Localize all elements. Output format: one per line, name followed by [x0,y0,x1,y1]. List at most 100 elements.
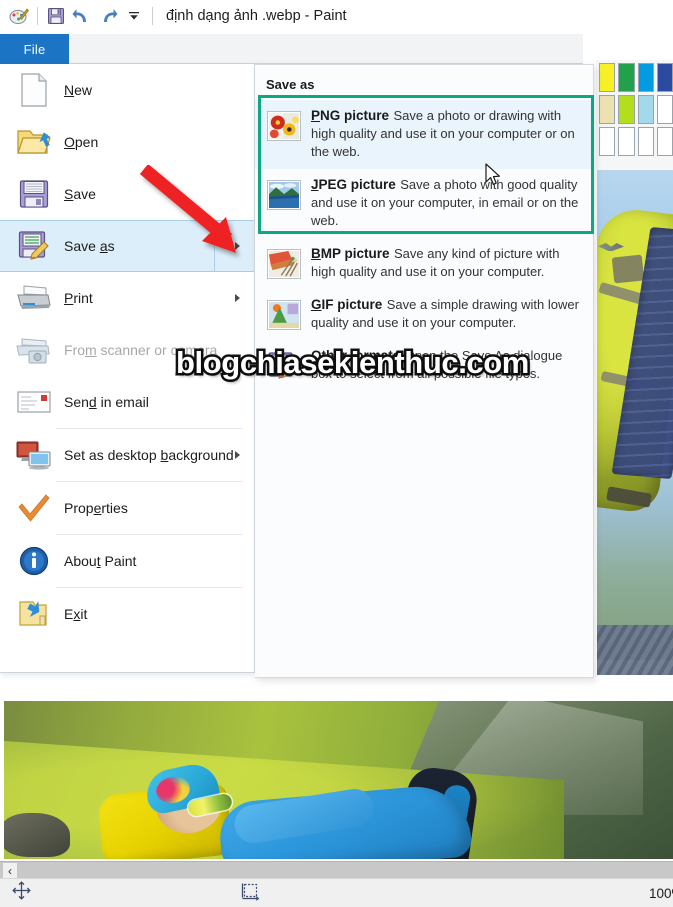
save-as-option-bmp[interactable]: BMP picture Save any kind of picture wit… [255,238,593,289]
save-as-option-text: PNG picture Save a photo or drawing with… [311,107,581,161]
save-as-option-title: Other formats [311,348,401,363]
backpack-strap [606,486,652,508]
save-as-option-text: BMP picture Save any kind of picture wit… [311,245,581,281]
menu-item-about-paint[interactable]: About Paint [0,535,254,587]
color-swatch[interactable] [618,127,635,156]
palette-row [596,92,673,124]
jpeg-seascape-thumb [267,180,301,210]
paint-window: định dạng ảnh .webp - Paint File New Ope… [0,0,673,907]
save-as-option-text: Other formats Open the Save As dialogue … [311,347,581,383]
palette-row [596,124,673,156]
menu-item-label: About Paint [64,553,137,569]
color-swatch[interactable] [637,95,654,124]
menu-item-label: Save [64,186,96,202]
printer-icon [12,277,56,319]
menu-item-from-scanner-or-camera: From scanner or camera [0,324,254,376]
file-menu-panel: New Open Save Save as Print From scanner… [0,64,255,673]
envelope-icon [12,381,56,423]
color-palette[interactable] [596,60,673,170]
zoom-level-label: 100% [649,885,673,901]
menu-item-set-as-desktop-background[interactable]: Set as desktop background [0,429,254,481]
menu-item-save[interactable]: Save [0,168,254,220]
rock [4,813,70,857]
save-as-option-png[interactable]: PNG picture Save a photo or drawing with… [255,100,593,169]
save-as-option-jpeg[interactable]: JPEG picture Save a photo with good qual… [255,169,593,238]
color-swatch[interactable] [637,63,654,92]
redo-icon[interactable] [95,3,121,29]
color-swatch[interactable] [656,63,673,92]
backpack-strap [600,370,652,392]
divider [37,7,38,25]
save-icon[interactable] [43,3,69,29]
floppy-disk-icon [12,173,56,215]
menu-item-label: Open [64,134,99,150]
chevron-right-icon [235,242,240,250]
color-swatch[interactable] [599,63,616,92]
menu-item-label: Print [64,290,93,306]
menu-item-open[interactable]: Open [0,116,254,168]
menu-item-exit[interactable]: Exit [0,588,254,640]
menu-item-print[interactable]: Print [0,272,254,324]
backpack-strap [598,281,646,306]
canvas-photo-rock-strip [597,625,673,675]
cursor-position-cell [0,879,43,907]
save-as-option-title: JPEG picture [311,177,396,192]
chevron-right-icon [235,294,240,302]
title-bar: định dạng ảnh .webp - Paint [0,0,673,32]
move-crosshair-icon [12,881,31,905]
selection-size-cell [228,879,272,907]
save-as-option-gif[interactable]: GIF picture Save a simple drawing with l… [255,289,593,340]
zoom-control: 100% − [649,884,673,903]
menu-item-save-as[interactable]: Save as [0,220,254,272]
palette-row [596,60,673,92]
divider [152,7,153,25]
color-swatch[interactable] [599,95,616,124]
exit-folder-icon [12,593,56,635]
color-swatch[interactable] [656,95,673,124]
menu-item-label: Properties [64,500,128,516]
chevron-right-icon [235,451,240,459]
tab-file[interactable]: File [0,34,69,64]
customize-qat-icon[interactable] [121,3,147,29]
window-title: định dạng ảnh .webp - Paint [166,8,347,24]
info-circle-icon [12,540,56,582]
save-as-option-other-formats[interactable]: Other formats Open the Save As dialogue … [255,340,593,391]
color-swatch[interactable] [618,63,635,92]
backpack-strap [611,254,645,284]
menu-item-label: New [64,82,93,98]
menu-item-label: Save as [64,238,115,254]
color-swatch[interactable] [656,127,673,156]
menu-item-label: Send in email [64,394,149,410]
bmp-palette-thumb [267,249,301,279]
save-as-option-title: GIF picture [311,297,383,312]
menu-item-send-in-email[interactable]: Send in email [0,376,254,428]
gif-landscape-thumb [267,300,301,330]
floppy-pencil-icon [267,351,301,381]
menu-item-label: From scanner or camera [64,342,218,358]
status-bar: 100% − [0,878,673,907]
desktop-monitor-icon [12,434,56,476]
png-flowers-thumb [267,111,301,141]
color-swatch[interactable] [618,95,635,124]
menu-item-properties[interactable]: Properties [0,482,254,534]
save-as-flyout-panel: Save as PNG picture Save a photo or draw… [255,64,594,678]
menu-item-label: Exit [64,606,88,622]
selection-size-icon [240,881,260,906]
save-as-option-title: BMP picture [311,246,390,261]
save-as-option-text: JPEG picture Save a photo with good qual… [311,176,581,230]
menu-item-label: Set as desktop background [64,447,234,463]
color-swatch[interactable] [599,127,616,156]
color-swatch[interactable] [637,127,654,156]
ribbon-tab-strip: File [0,34,583,64]
undo-icon[interactable] [69,3,95,29]
scanner-camera-icon [12,329,56,371]
paint-logo-icon[interactable] [6,3,32,29]
new-document-icon [12,69,56,111]
menu-item-new[interactable]: New [0,64,254,116]
canvas-photo-bottom [4,701,673,859]
horizontal-scrollbar[interactable]: ‹ [0,861,673,878]
save-as-option-title: PNG picture [311,108,390,123]
scroll-left-arrow-icon[interactable]: ‹ [3,863,17,878]
save-as-option-text: GIF picture Save a simple drawing with l… [311,296,581,332]
orange-check-icon [12,487,56,529]
